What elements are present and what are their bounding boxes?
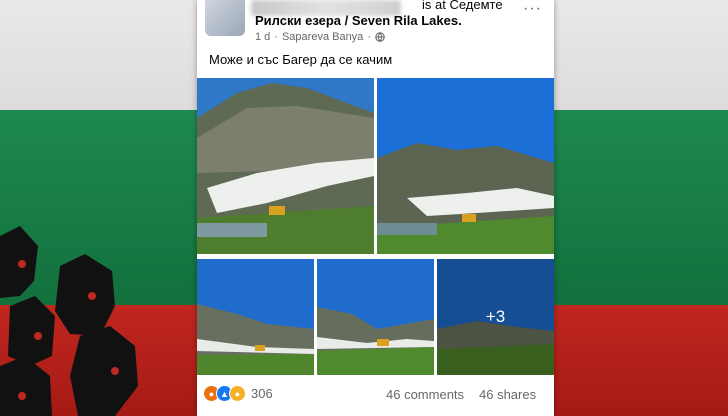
avatar[interactable] [205,0,245,36]
more-options-icon[interactable]: ··· [523,0,542,18]
reactions-summary[interactable]: ● ▲ ● 306 [203,385,273,402]
check-in-text: is at Седемте [422,0,503,12]
location-link[interactable]: Рилски езера / Seven Rila Lakes. [255,13,462,28]
post-text: Може и със Багер да се качим [209,52,393,67]
check-in-label: is at Седемте [422,0,503,12]
post-photo-2[interactable] [377,78,554,254]
post-photo-3[interactable] [197,259,314,375]
shares-count-link[interactable]: 46 shares [479,387,536,402]
facebook-post-card: is at Седемте Рилски езера / Seven Rila … [197,0,554,416]
globe-icon [375,32,385,42]
meta-separator: · [274,31,278,43]
post-photo-1[interactable] [197,78,374,254]
post-photo-5-more[interactable]: +3 [437,259,554,375]
post-time[interactable]: 1 d [255,31,270,43]
post-place[interactable]: Sapareva Banya [282,31,363,43]
crowd-silhouette-graphic [0,226,138,416]
post-photo-4[interactable] [317,259,434,375]
sad-reaction-icon: ● [229,385,246,402]
reactions-count: 306 [251,386,273,401]
more-photos-overlay[interactable]: +3 [437,259,554,375]
post-meta: 1 d · Sapareva Banya · [255,31,385,43]
comments-count-link[interactable]: 46 comments [386,387,464,402]
meta-separator: · [367,31,371,43]
more-photos-count: +3 [485,307,506,326]
